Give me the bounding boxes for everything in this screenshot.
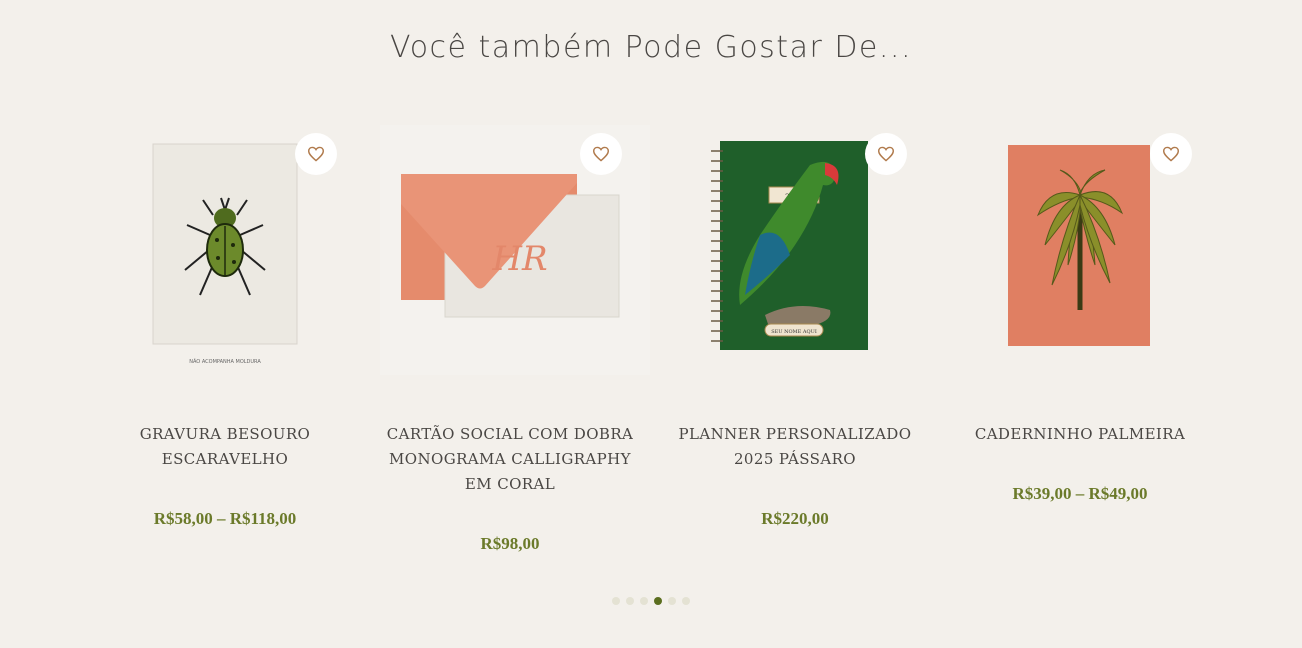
planner-label: SEU NOME AQUI	[771, 329, 817, 335]
pagination-dot[interactable]	[626, 597, 634, 605]
heart-icon	[592, 146, 610, 162]
product-card-besouro[interactable]: NÃO ACOMPANHA MOLDURA GRAVURA BESOURO ES…	[95, 125, 365, 565]
heart-icon	[307, 146, 325, 162]
pagination-dot[interactable]	[640, 597, 648, 605]
wishlist-button[interactable]	[865, 133, 907, 175]
product-card-planner[interactable]: 2025 SEU NOME AQUI PLANNER PERSONALIZADO…	[665, 125, 935, 565]
wishlist-button[interactable]	[580, 133, 622, 175]
pagination-dot[interactable]	[612, 597, 620, 605]
product-image-caderninho[interactable]	[950, 125, 1220, 385]
product-title[interactable]: PLANNER PERSONALIZADO 2025 PÁSSARO	[665, 422, 925, 472]
product-image-cartao[interactable]: HR	[380, 125, 650, 385]
pagination-dot[interactable]	[682, 597, 690, 605]
pagination-dot-active[interactable]	[654, 597, 662, 605]
product-carousel: NÃO ACOMPANHA MOLDURA GRAVURA BESOURO ES…	[95, 125, 1207, 565]
product-title[interactable]: GRAVURA BESOURO ESCARAVELHO	[95, 422, 355, 472]
carousel-pagination	[612, 597, 690, 607]
product-title[interactable]: CADERNINHO PALMEIRA	[950, 422, 1210, 447]
product-image-planner[interactable]: 2025 SEU NOME AQUI	[665, 125, 935, 385]
heart-icon	[877, 146, 895, 162]
wishlist-button[interactable]	[295, 133, 337, 175]
heart-icon	[1162, 146, 1180, 162]
product-price: R$220,00	[761, 509, 829, 528]
wishlist-button[interactable]	[1150, 133, 1192, 175]
product-price: R$39,00 – R$49,00	[1012, 484, 1148, 503]
product-price: R$98,00	[480, 534, 540, 553]
product-title[interactable]: CARTÃO SOCIAL COM DOBRA MONOGRAMA CALLIG…	[380, 422, 640, 497]
product-card-caderninho[interactable]: CADERNINHO PALMEIRA R$39,00 – R$49,00	[950, 125, 1220, 565]
section-title: Você também Pode Gostar De...	[390, 30, 912, 65]
monogram-text: HR	[491, 239, 547, 279]
product-price: R$58,00 – R$118,00	[153, 509, 297, 528]
image-caption: NÃO ACOMPANHA MOLDURA	[189, 358, 261, 365]
product-card-cartao[interactable]: HR CARTÃO SOCIAL COM DOBRA MONOGRAMA CAL…	[380, 125, 650, 565]
product-image-besouro[interactable]: NÃO ACOMPANHA MOLDURA	[95, 125, 365, 385]
pagination-dot[interactable]	[668, 597, 676, 605]
